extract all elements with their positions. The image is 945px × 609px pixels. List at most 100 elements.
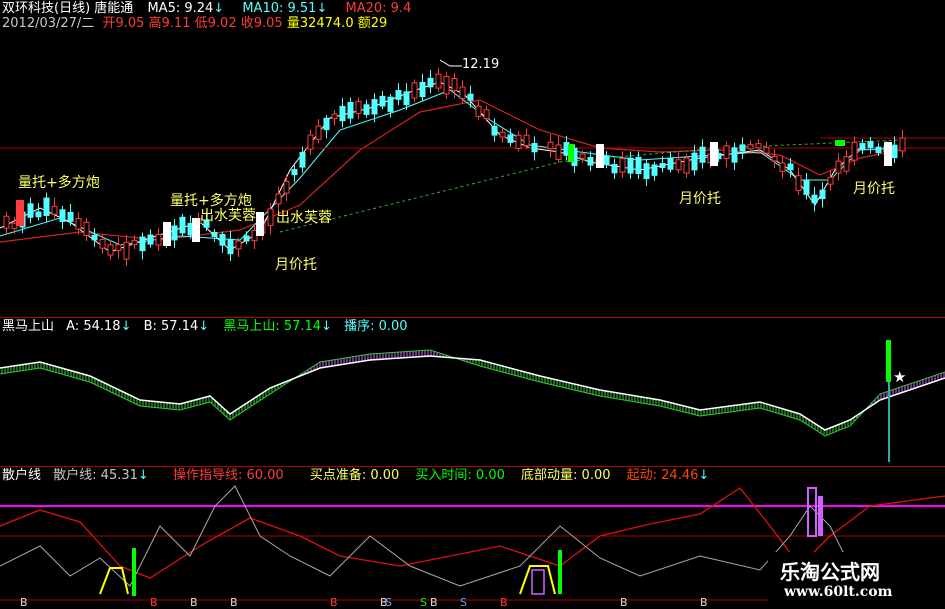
annotation-lotus-1: 出水芙蓉 <box>200 208 256 224</box>
candle-body <box>467 93 474 101</box>
candle-body <box>739 144 746 152</box>
highlight-candle <box>192 218 200 242</box>
candle-body <box>723 145 730 160</box>
candle-body <box>395 90 402 100</box>
ma10-label: MA10: 9.51 <box>242 1 317 16</box>
candle-body <box>459 86 466 99</box>
candle-body <box>323 117 330 131</box>
candle-body <box>891 144 898 159</box>
candle-body <box>51 205 58 215</box>
candle-body <box>515 134 522 149</box>
volume-label: 量32474.0 <box>286 16 354 31</box>
candle-body <box>3 215 10 229</box>
candle-body <box>603 155 610 166</box>
candle-body <box>755 143 762 149</box>
heima-b-label: B: 57.14 <box>143 319 199 334</box>
candle-body <box>859 143 866 151</box>
candle-body <box>307 134 314 150</box>
candle-body <box>587 157 594 166</box>
ma20-line <box>0 99 901 243</box>
highlight-candle <box>710 142 718 166</box>
price-header-line1: 双环科技(日线) 唐能通 MA5: 9.24↓ MA10: 9.51↓ MA20… <box>2 1 411 16</box>
candle-body <box>819 189 826 200</box>
candle-body <box>219 233 226 246</box>
candle-body <box>483 109 490 120</box>
low-label: 低9.02 <box>194 16 237 31</box>
candle-body <box>27 203 34 218</box>
source-label: 唐能通 <box>94 1 134 16</box>
sell-signal-letter: S <box>460 596 467 609</box>
candle-body <box>211 231 218 237</box>
ma10-arrow-icon: ↓ <box>316 1 328 16</box>
candle-body <box>643 163 650 180</box>
op-line-label: 操作指导线: 60.00 <box>172 468 284 483</box>
candle-body <box>779 162 786 172</box>
start-arrow-icon: ↓ <box>698 468 710 483</box>
heima-indicator-panel[interactable]: 黑马上山 A: 54.18↓ B: 57.14↓ 黑马上山: 57.14↓ 播序… <box>0 318 945 466</box>
heima-a-label: A: 54.18 <box>66 319 121 334</box>
candle-body <box>787 163 794 171</box>
ma5-line <box>0 81 900 253</box>
candle-body <box>331 113 338 120</box>
red-candle <box>16 200 24 226</box>
candle-body <box>283 180 290 194</box>
star-icon: ★ <box>893 368 907 386</box>
candle-body <box>339 105 346 122</box>
candle-body <box>435 73 442 89</box>
candle-body <box>827 176 834 185</box>
candle-body <box>675 159 682 171</box>
candle-body <box>43 197 50 216</box>
candle-body <box>803 180 810 195</box>
price-chart-panel[interactable]: 双环科技(日线) 唐能通 MA5: 9.24↓ MA10: 9.51↓ MA20… <box>0 0 945 318</box>
highlight-candle <box>884 142 892 166</box>
candle-body <box>667 157 674 170</box>
candle-body <box>299 152 306 168</box>
peak-price-label: 12.19 <box>462 57 500 72</box>
candle-body <box>731 147 738 163</box>
candle-body <box>763 146 770 154</box>
candle-body <box>403 91 410 106</box>
highlight-candle <box>163 222 171 246</box>
candle-body <box>139 236 146 252</box>
candle-body <box>683 157 690 174</box>
buy-time-bar-2 <box>558 550 562 594</box>
price-chart-canvas[interactable] <box>0 0 945 318</box>
candle-body <box>355 100 362 114</box>
candle-body <box>227 238 234 255</box>
bottom-box <box>531 569 545 595</box>
buy-signal-letter: B <box>700 596 708 609</box>
candle-body <box>507 134 514 143</box>
start-bar-fill <box>818 496 823 536</box>
buy-signal-letter: B <box>190 596 198 609</box>
candle-body <box>411 82 418 99</box>
sell-signal-letter: S <box>420 596 427 609</box>
peak-pointer <box>439 59 462 67</box>
heima-a-arrow-icon: ↓ <box>120 319 132 334</box>
candle-body <box>531 142 538 153</box>
candle-body <box>379 95 386 107</box>
candle-body <box>771 155 778 162</box>
candle-body <box>491 125 498 136</box>
candle-body <box>235 240 242 250</box>
candle-body <box>835 160 842 174</box>
buy-signal-letter: B <box>230 596 238 609</box>
ma10-line <box>0 89 901 246</box>
candle-body <box>243 235 250 242</box>
candle-body <box>691 152 698 171</box>
green-candle <box>568 144 574 162</box>
candle-body <box>635 156 642 174</box>
candle-body <box>627 157 634 174</box>
candle-body <box>171 225 178 241</box>
candle-body <box>363 104 370 115</box>
heima-title: 黑马上山 <box>2 319 55 334</box>
candle-body <box>843 156 850 172</box>
candle-body <box>811 194 818 204</box>
candle-body <box>899 137 906 152</box>
heima-indicator-canvas[interactable] <box>0 318 945 466</box>
candle-body <box>291 169 298 176</box>
candle-body <box>67 211 74 222</box>
ma5-label: MA5: 9.24 <box>147 1 214 16</box>
candle-body <box>347 101 354 119</box>
candle-body <box>443 75 450 95</box>
sanhu-title: 散户线 <box>2 468 42 483</box>
